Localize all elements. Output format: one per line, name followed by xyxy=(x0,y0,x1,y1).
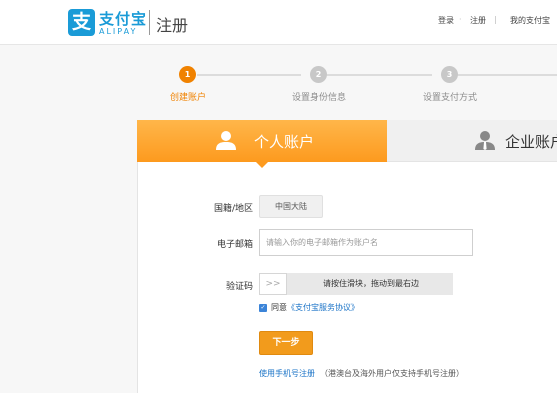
tab-enterprise-label: 企业账户 xyxy=(505,133,557,151)
phone-register-note: （港澳台及海外用户仅支持手机号注册） xyxy=(320,369,464,378)
step-3-label: 设置支付方式 xyxy=(423,93,478,103)
step-connector-3 xyxy=(458,74,557,76)
step-connector-1 xyxy=(197,74,301,76)
login-link[interactable]: 登录 xyxy=(438,15,454,26)
step-2-label: 设置身份信息 xyxy=(292,93,347,103)
captcha-slider-track: 请按住滑块，拖动到最右边 xyxy=(259,273,453,295)
captcha-label: 验证码 xyxy=(225,282,253,292)
captcha-slider-handle[interactable]: >> xyxy=(259,273,287,295)
logo-english-text: ALIPAY xyxy=(99,27,138,36)
nav-separator: · xyxy=(459,15,462,24)
person-icon xyxy=(216,131,236,150)
nav-bar-separator: | xyxy=(494,15,497,24)
region-select[interactable]: 中国大陆 xyxy=(259,195,323,218)
page-title: 注册 xyxy=(156,16,189,35)
tab-personal-label: 个人账户 xyxy=(254,133,315,151)
email-field[interactable] xyxy=(259,229,473,256)
phone-register-link[interactable]: 使用手机号注册 xyxy=(259,368,315,379)
step-2-circle: 2 xyxy=(310,66,327,83)
step-1-circle: 1 xyxy=(179,66,196,83)
my-alipay-link[interactable]: 我的支付宝 xyxy=(510,15,550,26)
step-connector-2 xyxy=(327,74,432,76)
logo-chinese-text: 支付宝 xyxy=(99,10,148,28)
step-1-label: 创建账户 xyxy=(170,93,207,103)
logo-divider xyxy=(149,10,150,35)
alipay-logo-icon[interactable]: 支 xyxy=(68,9,95,36)
region-label: 国籍/地区 xyxy=(213,204,253,214)
step-3-circle: 3 xyxy=(441,66,458,83)
captcha-slider-hint: 请按住滑块，拖动到最右边 xyxy=(323,279,419,288)
business-person-icon xyxy=(475,131,495,150)
active-tab-pointer xyxy=(256,162,268,168)
service-agreement-link[interactable]: 《支付宝服务协议》 xyxy=(287,303,359,312)
next-step-button[interactable]: 下一步 xyxy=(259,331,313,355)
email-label: 电子邮箱 xyxy=(216,240,253,250)
agree-checkbox[interactable]: ✓ xyxy=(259,304,267,312)
agree-prefix: 同意 xyxy=(271,303,287,312)
register-link[interactable]: 注册 xyxy=(470,15,486,26)
agree-text: 同意《支付宝服务协议》 xyxy=(271,302,359,313)
